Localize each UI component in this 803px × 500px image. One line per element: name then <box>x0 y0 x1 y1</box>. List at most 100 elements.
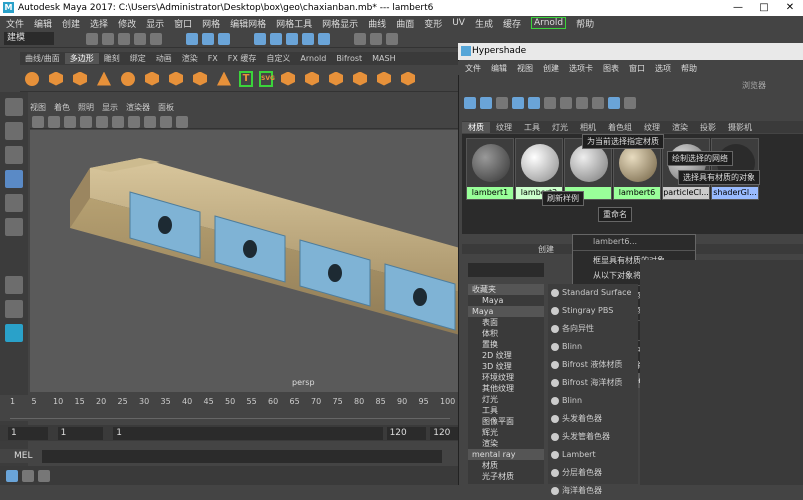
hypershade-menu-item[interactable]: 选项卡 <box>569 63 593 74</box>
node-list-item[interactable]: 头发着色器 <box>548 410 638 428</box>
shelf-tab[interactable]: 雕刻 <box>99 53 125 64</box>
tree-item[interactable]: 光子材质 <box>468 471 544 482</box>
tree-group-favorites[interactable]: 收藏夹 <box>468 284 544 295</box>
material-swatch[interactable]: particleCl... <box>662 138 710 200</box>
rotate-tool-icon[interactable] <box>5 194 23 212</box>
render-icon[interactable] <box>354 32 366 45</box>
menu-item[interactable]: 网格工具 <box>276 17 312 30</box>
node-list-item[interactable]: 各向异性 <box>548 320 638 338</box>
maximize-button[interactable]: □ <box>751 0 777 16</box>
type-tool-icon[interactable]: T <box>239 70 253 87</box>
sort-name-icon[interactable] <box>560 97 572 109</box>
close-button[interactable]: ✕ <box>777 0 803 16</box>
shelf-tab[interactable]: MASH <box>367 54 400 63</box>
tree-item[interactable]: 体积 <box>468 328 544 339</box>
new-scene-icon[interactable] <box>86 32 98 45</box>
xray-icon[interactable] <box>176 115 188 128</box>
menu-item[interactable]: UV <box>452 18 465 28</box>
shelf-tab[interactable]: Bifrost <box>331 54 367 63</box>
undo-icon[interactable] <box>134 32 146 45</box>
menu-item[interactable]: 缓存 <box>503 17 521 30</box>
hypershade-menu-item[interactable]: 选项 <box>655 63 671 74</box>
poly-sphere-icon[interactable] <box>25 71 39 86</box>
shelf-tab[interactable]: FX 缓存 <box>223 53 262 64</box>
graph-materials-icon[interactable] <box>464 97 476 109</box>
hypershade-tab[interactable]: 相机 <box>574 122 602 133</box>
node-list-item[interactable]: Lambert <box>548 446 638 464</box>
tree-item[interactable]: 工具 <box>468 405 544 416</box>
image-plane-icon[interactable] <box>64 115 76 128</box>
mode-select[interactable]: 建模 <box>4 32 54 45</box>
hypershade-menu-item[interactable]: 帮助 <box>681 63 697 74</box>
wireframe-icon[interactable] <box>96 115 108 128</box>
tree-item[interactable]: 3D 纹理 <box>468 361 544 372</box>
grid-icon[interactable] <box>80 115 92 128</box>
node-editor-graph[interactable] <box>640 260 803 485</box>
hypershade-minimized-icon[interactable] <box>6 469 18 482</box>
node-list-item[interactable]: 头发管着色器 <box>548 428 638 446</box>
hypershade-menu-item[interactable]: 编辑 <box>491 63 507 74</box>
lasso-tool-icon[interactable] <box>5 122 23 140</box>
viewport-persp[interactable] <box>30 130 460 392</box>
menu-item[interactable]: 曲线 <box>368 17 386 30</box>
menu-item[interactable]: 生成 <box>475 17 493 30</box>
bookmark-icon[interactable] <box>48 115 60 128</box>
single-perspective-layout-icon[interactable] <box>5 276 23 294</box>
textured-icon[interactable] <box>128 115 140 128</box>
viewport-menu-item[interactable]: 视图 <box>30 102 46 113</box>
list-view-icon[interactable] <box>496 97 508 109</box>
menu-item[interactable]: 选择 <box>90 17 108 30</box>
scale-tool-icon[interactable] <box>5 218 23 236</box>
hypershade-tab[interactable]: 摄影机 <box>722 122 758 133</box>
viewport-menu-item[interactable]: 着色 <box>54 102 70 113</box>
range-slider-bar[interactable]: 1 <box>113 426 383 440</box>
viewport-menu-item[interactable]: 渲染器 <box>126 102 150 113</box>
menu-item[interactable]: 编辑 <box>34 17 52 30</box>
menu-item-arnold[interactable]: Arnold <box>531 17 567 29</box>
platonic-solid-icon[interactable] <box>193 71 207 86</box>
poly-cube-icon[interactable] <box>49 71 63 86</box>
menu-item[interactable]: 修改 <box>118 17 136 30</box>
tree-item[interactable]: 辉光 <box>468 427 544 438</box>
playback-end-field[interactable]: 120 <box>386 426 427 440</box>
hypershade-menu-item[interactable]: 窗口 <box>629 63 645 74</box>
lights-icon[interactable] <box>144 115 156 128</box>
extrude-icon[interactable] <box>329 71 343 86</box>
end-time-field[interactable]: 120 <box>430 426 460 440</box>
redo-icon[interactable] <box>150 32 162 45</box>
menu-item[interactable]: 变形 <box>424 17 442 30</box>
menu-item[interactable]: 编辑网格 <box>230 17 266 30</box>
snap-grid-icon[interactable] <box>254 32 266 45</box>
select-object-icon[interactable] <box>202 32 214 45</box>
tree-group-mental-ray[interactable]: mental ray <box>468 449 544 460</box>
hypershade-menu-item[interactable]: 创建 <box>543 63 559 74</box>
pyramid-icon[interactable] <box>217 71 231 86</box>
smooth-shade-icon[interactable] <box>112 115 124 128</box>
hypershade-tab[interactable]: 着色组 <box>602 122 638 133</box>
open-scene-icon[interactable] <box>102 32 114 45</box>
hypershade-tab[interactable]: 纹理 <box>638 122 666 133</box>
hypershade-tab[interactable]: 渲染 <box>666 122 694 133</box>
tree-item[interactable]: 图像平面 <box>468 416 544 427</box>
snap-curve-icon[interactable] <box>270 32 282 45</box>
hypershade-tab[interactable]: 灯光 <box>546 122 574 133</box>
snap-view-icon[interactable] <box>302 32 314 45</box>
hypershade-title-bar[interactable]: Hypershade <box>458 43 803 60</box>
large-icons-icon[interactable] <box>544 97 556 109</box>
separate-icon[interactable] <box>305 71 319 86</box>
tree-item[interactable]: 灯光 <box>468 394 544 405</box>
ipr-render-icon[interactable] <box>370 32 382 45</box>
hypershade-menu-item[interactable]: 视图 <box>517 63 533 74</box>
poly-torus-icon[interactable] <box>121 71 135 86</box>
menu-item[interactable]: 网格显示 <box>322 17 358 30</box>
shelf-tab[interactable]: 渲染 <box>177 53 203 64</box>
poly-disc-icon[interactable] <box>169 71 183 86</box>
node-list-item[interactable]: 分层着色器 <box>548 464 638 482</box>
tree-item[interactable]: Maya <box>468 295 544 306</box>
small-icons-icon[interactable] <box>512 97 524 109</box>
shelf-tab[interactable]: 自定义 <box>261 53 295 64</box>
window-close-icon[interactable] <box>38 469 50 482</box>
hypershade-menu-item[interactable]: 图表 <box>603 63 619 74</box>
shelf-tab[interactable]: FX <box>203 54 223 63</box>
window-restore-icon[interactable] <box>22 469 34 482</box>
